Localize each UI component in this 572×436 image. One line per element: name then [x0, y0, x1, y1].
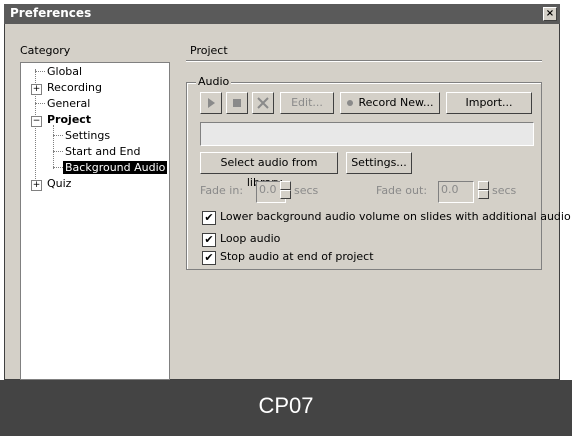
lower-volume-checkbox[interactable]: ✔ — [202, 211, 216, 225]
delete-x-icon — [257, 97, 269, 109]
tree-item-global[interactable]: Global — [47, 65, 82, 78]
section-divider — [186, 60, 542, 61]
expand-recording-icon[interactable]: + — [31, 84, 42, 95]
expand-quiz-icon[interactable]: + — [31, 180, 42, 191]
fade-out-unit: secs — [492, 184, 517, 197]
dialog-title: Preferences — [10, 6, 92, 20]
fade-out-down-icon[interactable] — [478, 190, 489, 199]
audio-track-field[interactable] — [200, 122, 534, 146]
record-new-button[interactable]: Record New... — [340, 92, 440, 114]
fade-in-down-icon[interactable] — [280, 190, 291, 199]
tree-branch — [53, 151, 63, 152]
fade-in-label: Fade in: — [200, 184, 244, 197]
play-icon — [208, 98, 215, 108]
tree-branch — [53, 167, 63, 168]
fade-out-up-icon[interactable] — [478, 181, 489, 190]
loop-audio-checkbox[interactable]: ✔ — [202, 233, 216, 247]
tree-item-recording[interactable]: Recording — [47, 81, 102, 94]
lower-volume-label: Lower background audio volume on slides … — [220, 210, 571, 223]
edit-button[interactable]: Edit... — [280, 92, 334, 114]
tree-item-start-and-end[interactable]: Start and End — [65, 145, 140, 158]
select-audio-from-library-button[interactable]: Select audio from library... — [200, 152, 338, 189]
tree-branch — [53, 135, 63, 136]
audio-settings-button[interactable]: Settings... — [346, 152, 412, 174]
import-button[interactable]: Import... — [446, 92, 532, 114]
tree-item-quiz[interactable]: Quiz — [47, 177, 71, 190]
stop-audio-checkbox[interactable]: ✔ — [202, 251, 216, 265]
category-tree[interactable]: Global + Recording General − Project Set… — [20, 62, 170, 380]
delete-button[interactable] — [252, 92, 274, 114]
loop-audio-label: Loop audio — [220, 232, 281, 245]
close-button[interactable]: × — [543, 7, 557, 21]
fade-out-field[interactable]: 0.0 — [438, 181, 474, 203]
collapse-project-icon[interactable]: − — [31, 116, 42, 127]
figure-caption: CP07 — [258, 393, 314, 418]
stop-audio-label: Stop audio at end of project — [220, 250, 374, 263]
audio-group-label: Audio — [196, 75, 232, 88]
tree-line — [53, 125, 54, 169]
fade-in-unit: secs — [294, 184, 319, 197]
record-icon — [346, 100, 353, 106]
play-button[interactable] — [200, 92, 222, 114]
category-label: Category — [20, 44, 71, 57]
tree-branch — [35, 103, 45, 104]
tree-item-general[interactable]: General — [47, 97, 90, 110]
stop-button[interactable] — [226, 92, 248, 114]
fade-in-up-icon[interactable] — [280, 181, 291, 190]
record-new-label: Record New... — [358, 96, 434, 109]
stop-icon — [233, 99, 241, 107]
section-title: Project — [190, 44, 228, 57]
tree-branch — [35, 71, 45, 72]
tree-item-settings[interactable]: Settings — [65, 129, 110, 142]
tree-item-background-audio[interactable]: Background Audio — [63, 161, 168, 174]
selected-label: Background Audio — [63, 161, 168, 174]
fade-out-label: Fade out: — [376, 184, 428, 197]
